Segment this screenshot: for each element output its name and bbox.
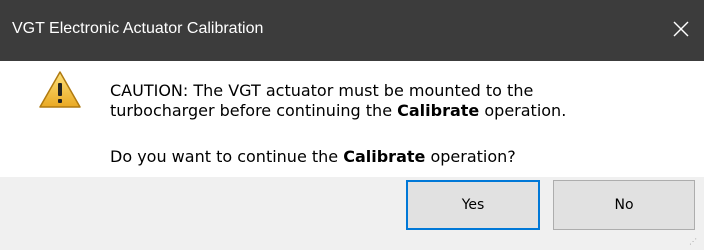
message-text: turbocharger before continuing the	[110, 101, 398, 120]
message-text: operation?	[425, 147, 516, 166]
yes-button[interactable]: Yes	[406, 180, 540, 230]
confirmation-question: Do you want to continue the Calibrate op…	[110, 147, 516, 167]
message-text: Do you want to continue the	[110, 147, 344, 166]
close-icon	[673, 21, 689, 37]
operation-name: Calibrate	[343, 147, 426, 166]
window-title: VGT Electronic Actuator Calibration	[12, 20, 264, 37]
caution-message-line-2: turbocharger before continuing the Calib…	[110, 101, 566, 121]
calibration-dialog: VGT Electronic Actuator Calibration CAUT…	[0, 0, 704, 250]
resize-grip[interactable]: ⋰	[689, 237, 698, 246]
close-button[interactable]	[658, 0, 704, 61]
message-text: operation.	[479, 101, 567, 120]
warning-icon	[38, 70, 82, 110]
operation-name: Calibrate	[397, 101, 480, 120]
caution-message-line-1: CAUTION: The VGT actuator must be mounte…	[110, 81, 534, 100]
title-bar[interactable]: VGT Electronic Actuator Calibration	[0, 0, 704, 61]
no-button[interactable]: No	[553, 180, 695, 230]
